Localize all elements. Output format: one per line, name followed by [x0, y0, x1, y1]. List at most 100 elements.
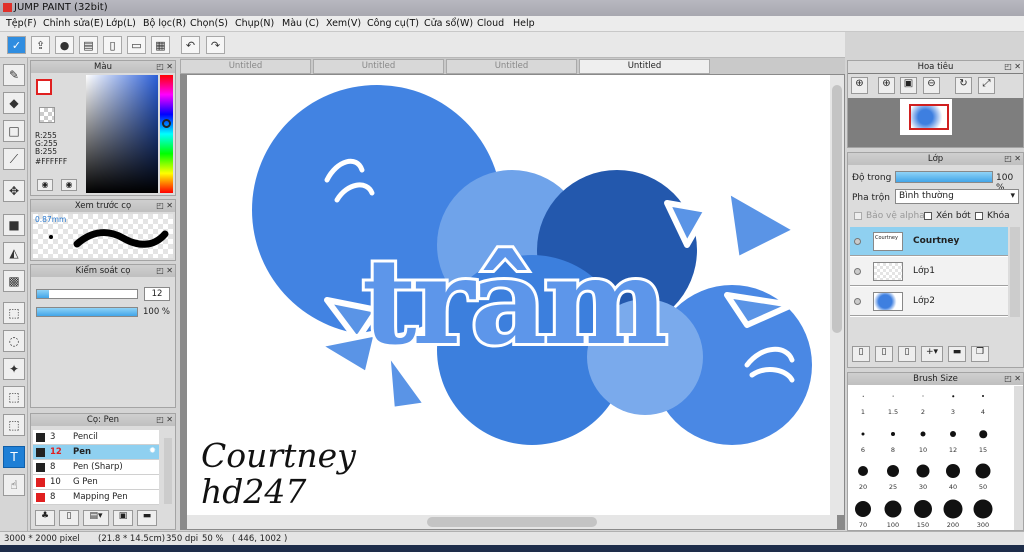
- brush-item[interactable]: 3 Pencil: [33, 430, 159, 445]
- undo-icon[interactable]: ↶: [181, 36, 200, 54]
- gear-icon[interactable]: ✹: [149, 446, 156, 456]
- menu-layer[interactable]: Lớp(L): [106, 18, 136, 29]
- tab-untitled-1[interactable]: Untitled: [180, 59, 311, 74]
- tree-icon[interactable]: ♣: [35, 510, 55, 526]
- folder-icon[interactable]: ▬: [137, 510, 157, 526]
- text-tool-icon[interactable]: T: [3, 446, 25, 468]
- brush-item-selected[interactable]: 12 Pen ✹: [33, 445, 159, 460]
- visibility-icon[interactable]: [854, 238, 861, 245]
- brush-size-dot[interactable]: [950, 431, 956, 437]
- bucket-tool-icon[interactable]: ◭: [3, 242, 25, 264]
- gradient-tool-icon[interactable]: ▩: [3, 270, 25, 292]
- tab-untitled-2[interactable]: Untitled: [313, 59, 444, 74]
- menu-view[interactable]: Xem(V): [326, 18, 361, 29]
- rotate-icon[interactable]: ↻: [955, 77, 972, 94]
- hand-tool-icon[interactable]: ☝: [3, 474, 25, 496]
- folder-icon[interactable]: ▬: [948, 346, 966, 362]
- share-icon[interactable]: ⇪: [31, 36, 50, 54]
- brush-size-dot[interactable]: [952, 395, 954, 397]
- visibility-icon[interactable]: [854, 298, 861, 305]
- brush-size-dot[interactable]: [892, 395, 894, 397]
- clip-checkbox[interactable]: [924, 212, 932, 220]
- redo-icon[interactable]: ↷: [206, 36, 225, 54]
- brush-size-dot[interactable]: [855, 501, 871, 517]
- menu-cloud[interactable]: Cloud: [477, 18, 504, 29]
- brush-tool-icon[interactable]: ✎: [3, 64, 25, 86]
- brush-size-dot[interactable]: [922, 395, 924, 397]
- layer-row-lop2[interactable]: Lớp2: [850, 287, 1008, 316]
- brush-size-scrollbar[interactable]: [1014, 386, 1023, 530]
- panel-close-icon[interactable]: ◰ ✕: [1004, 62, 1021, 71]
- menu-color[interactable]: Màu (C): [282, 18, 319, 29]
- brush-opacity-slider[interactable]: [36, 307, 138, 317]
- horizontal-scroll-thumb[interactable]: [427, 517, 597, 527]
- panel-close-icon[interactable]: ◰ ✕: [1004, 154, 1021, 163]
- brush-size-dot[interactable]: [943, 499, 963, 519]
- brush-size-dot[interactable]: [891, 432, 895, 436]
- transparent-color-swatch[interactable]: [39, 107, 55, 123]
- blend-mode-select[interactable]: Bình thường ▾: [895, 189, 1019, 204]
- check-icon[interactable]: ✓: [7, 36, 26, 54]
- reset-icon[interactable]: ⤢: [978, 77, 995, 94]
- zoom-in-icon[interactable]: ⊕: [878, 77, 895, 94]
- message-icon[interactable]: ▤: [79, 36, 98, 54]
- menu-edit[interactable]: Chỉnh sửa(E): [43, 18, 104, 29]
- menu-tools[interactable]: Công cụ(T): [367, 18, 419, 29]
- select-eraser-icon[interactable]: ⬚: [3, 414, 25, 436]
- palette-icon[interactable]: ◉: [37, 179, 53, 191]
- brush-size-dot[interactable]: [858, 466, 868, 476]
- panel-close-icon[interactable]: ◰ ✕: [156, 201, 173, 210]
- move-tool-icon[interactable]: ✥: [3, 180, 25, 202]
- select-rect-icon[interactable]: ⬚: [3, 302, 25, 324]
- lock-checkbox[interactable]: [975, 212, 983, 220]
- panel-close-icon[interactable]: ◰ ✕: [156, 266, 173, 275]
- rect-tool-icon[interactable]: □: [3, 120, 25, 142]
- menu-capture[interactable]: Chụp(N): [235, 18, 274, 29]
- tab-untitled-active[interactable]: Untitled: [579, 59, 710, 74]
- navigator-thumbnail[interactable]: [900, 99, 952, 135]
- brush-size-value[interactable]: 12: [144, 287, 170, 301]
- zoom-out-icon[interactable]: ⊖: [923, 77, 940, 94]
- brush-item[interactable]: 10 G Pen: [33, 475, 159, 490]
- color-sv-square[interactable]: [86, 75, 158, 193]
- brush-size-dot[interactable]: [862, 395, 864, 397]
- comment-icon[interactable]: ●: [55, 36, 74, 54]
- brush-size-dot[interactable]: [914, 500, 932, 518]
- zoom-icon[interactable]: ⊕: [851, 77, 868, 94]
- copy-brush-icon[interactable]: ▣: [113, 510, 133, 526]
- fit-icon[interactable]: ▣: [900, 77, 917, 94]
- select-pen-icon[interactable]: ⬚: [3, 386, 25, 408]
- grid-icon[interactable]: ▦: [151, 36, 170, 54]
- brush-size-dot[interactable]: [973, 499, 993, 519]
- menu-select[interactable]: Chọn(S): [190, 18, 228, 29]
- canvas-horizontal-scrollbar[interactable]: [187, 515, 837, 529]
- new-halftone-icon[interactable]: ▯: [875, 346, 893, 362]
- duplicate-layer-icon[interactable]: ❐: [971, 346, 989, 362]
- vertical-scroll-thumb[interactable]: [832, 85, 842, 333]
- brush-item[interactable]: 8 Pen (Sharp): [33, 460, 159, 475]
- eraser-tool-icon[interactable]: ◆: [3, 92, 25, 114]
- canvas-vertical-scrollbar[interactable]: [830, 75, 844, 515]
- brush-size-dot[interactable]: [975, 463, 991, 479]
- new-vector-icon[interactable]: ▯: [898, 346, 916, 362]
- protect-alpha-checkbox[interactable]: [854, 212, 862, 220]
- layer-row-lop1[interactable]: Lớp1: [850, 257, 1008, 286]
- picker-icon[interactable]: ◉: [61, 179, 77, 191]
- panel-close-icon[interactable]: ◰ ✕: [156, 62, 173, 71]
- page-icon[interactable]: ▭: [127, 36, 146, 54]
- navigator-viewport[interactable]: [909, 104, 949, 130]
- brush-size-dot[interactable]: [920, 431, 926, 437]
- new-layer-icon[interactable]: ▯: [852, 346, 870, 362]
- foreground-color-swatch[interactable]: [36, 79, 52, 95]
- brush-size-dot[interactable]: [887, 465, 899, 477]
- menu-file[interactable]: Tệp(F): [6, 18, 37, 29]
- menu-window[interactable]: Cửa sổ(W): [424, 18, 473, 29]
- menu-help[interactable]: Help: [513, 18, 535, 29]
- panel-close-icon[interactable]: ◰ ✕: [156, 415, 173, 424]
- brush-size-dot[interactable]: [916, 464, 930, 478]
- add-layer-icon[interactable]: +▾: [921, 346, 943, 362]
- brush-item[interactable]: 8 Mapping Pen: [33, 490, 159, 505]
- hue-slider[interactable]: [160, 75, 173, 193]
- brush-size-dot[interactable]: [884, 500, 902, 518]
- magic-wand-icon[interactable]: ✦: [3, 358, 25, 380]
